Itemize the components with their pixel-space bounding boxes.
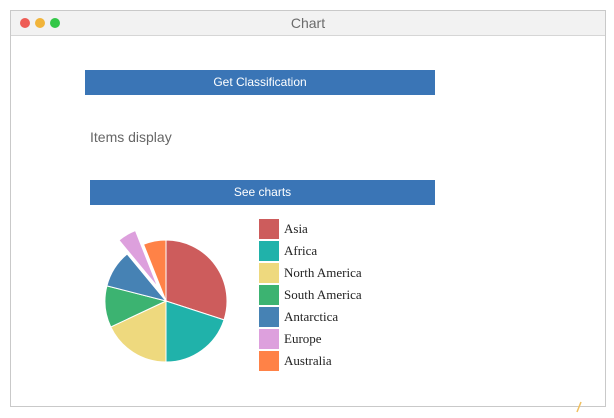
app-window: Chart Get Classification Items display S… — [10, 10, 606, 407]
get-classification-button[interactable]: Get Classification — [85, 70, 435, 95]
see-charts-button[interactable]: See charts — [90, 180, 435, 205]
legend-label: Asia — [284, 221, 308, 236]
legend-label: Africa — [284, 243, 318, 258]
legend-swatch — [259, 263, 279, 283]
legend-swatch — [259, 219, 279, 239]
window-title: Chart — [290, 15, 326, 31]
legend-swatch — [259, 329, 279, 349]
items-display-text: Items display — [90, 129, 172, 145]
legend-label: Europe — [284, 331, 322, 346]
legend-swatch — [259, 285, 279, 305]
title-bar: Chart — [11, 11, 605, 36]
legend-swatch — [259, 351, 279, 371]
legend-swatch — [259, 241, 279, 261]
legend-label: Antarctica — [284, 309, 339, 324]
legend-swatch — [259, 307, 279, 327]
legend-label: Australia — [284, 353, 332, 368]
pie-chart — [104, 229, 228, 363]
legend-label: South America — [284, 287, 362, 302]
legend-label: North America — [284, 265, 362, 280]
resize-grip-icon[interactable] — [575, 401, 583, 413]
